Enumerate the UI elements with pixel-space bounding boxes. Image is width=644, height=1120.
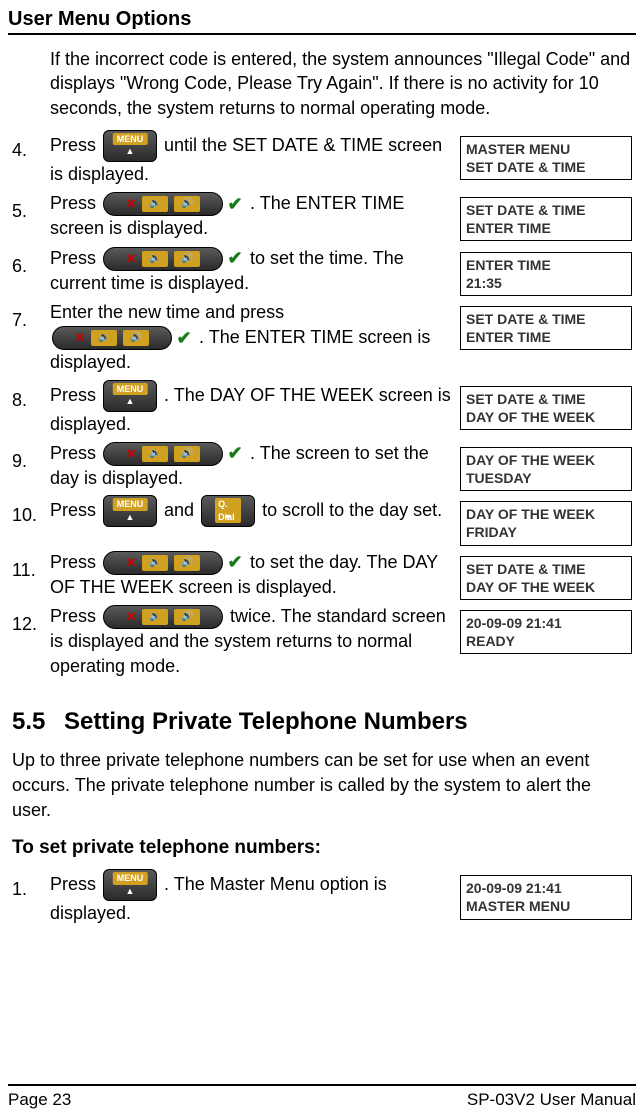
step-11: Press ✕🔈🔊✔ to set the day. The DAY OF TH… [12, 550, 632, 600]
step-text-pre: Enter the new time and press [50, 302, 284, 322]
lcd-display: SET DATE & TIME DAY OF THE WEEK [460, 556, 632, 600]
lcd-line2: 21:35 [466, 274, 626, 292]
step-text-pre: Press [50, 135, 101, 155]
cancel-button-icon: ✕🔈🔊 [103, 551, 223, 575]
step-5: Press ✕🔈🔊✔ . The ENTER TIME screen is di… [12, 191, 632, 241]
step-12: Press ✕🔈🔊 twice. The standard screen is … [12, 604, 632, 680]
check-icon: ✔ [225, 553, 245, 573]
lcd-display: SET DATE & TIME ENTER TIME [460, 306, 632, 350]
step-text-pre: Press [50, 193, 101, 213]
lcd-line2: DAY OF THE WEEK [466, 578, 626, 596]
lcd-line1: MASTER MENU [466, 140, 626, 158]
cancel-button-icon: ✕🔈🔊 [103, 605, 223, 629]
lcd-line1: 20-09-09 21:41 [466, 879, 626, 897]
lcd-line2: MASTER MENU [466, 897, 626, 915]
step-4: Press until the SET DATE & TIME screen i… [12, 130, 632, 187]
intro-paragraph: If the incorrect code is entered, the sy… [50, 47, 632, 120]
check-icon: ✔ [225, 444, 245, 464]
cancel-button-icon: ✕🔈🔊 [52, 326, 172, 350]
step-text-pre: Press [50, 500, 101, 520]
lcd-display: 20-09-09 21:41 MASTER MENU [460, 875, 632, 919]
page-footer: Page 23 SP-03V2 User Manual [8, 1084, 636, 1110]
qdial-button-icon [201, 495, 255, 527]
footer-left: Page 23 [8, 1090, 71, 1110]
step-text-mid: and [164, 500, 199, 520]
section-title: Setting Private Telephone Numbers [64, 708, 468, 736]
section-number: 5.5 [12, 708, 50, 736]
section-body: Up to three private telephone numbers ca… [12, 748, 632, 824]
lcd-display: DAY OF THE WEEK TUESDAY [460, 447, 632, 491]
steps2-list: Press . The Master Menu option is displa… [12, 869, 632, 926]
lcd-line1: ENTER TIME [466, 256, 626, 274]
step-text-pre: Press [50, 248, 101, 268]
lcd-line1: SET DATE & TIME [466, 390, 626, 408]
cancel-button-icon: ✕🔈🔊 [103, 247, 223, 271]
procedure-subhead: To set private telephone numbers: [12, 837, 632, 859]
step-7: Enter the new time and press ✕🔈🔊✔ . The … [12, 300, 632, 376]
lcd-display: 20-09-09 21:41 READY [460, 610, 632, 654]
lcd-display: MASTER MENU SET DATE & TIME [460, 136, 632, 180]
check-icon: ✔ [225, 194, 245, 214]
page-header: User Menu Options [8, 8, 636, 35]
step-8: Press . The DAY OF THE WEEK screen is di… [12, 380, 632, 437]
lcd-line1: SET DATE & TIME [466, 201, 626, 219]
check-icon: ✔ [174, 328, 194, 348]
lcd-line1: DAY OF THE WEEK [466, 505, 626, 523]
cancel-button-icon: ✕🔈🔊 [103, 442, 223, 466]
check-icon: ✔ [225, 249, 245, 269]
step-text-pre: Press [50, 552, 101, 572]
lcd-display: DAY OF THE WEEK FRIDAY [460, 501, 632, 545]
lcd-line2: ENTER TIME [466, 219, 626, 237]
menu-button-icon [103, 130, 157, 162]
step-text-post: to scroll to the day set. [262, 500, 442, 520]
menu-button-icon [103, 869, 157, 901]
step-text-pre: Press [50, 443, 101, 463]
lcd-display: ENTER TIME 21:35 [460, 252, 632, 296]
step-10: Press and to scroll to the day set. DAY … [12, 495, 632, 545]
footer-right: SP-03V2 User Manual [467, 1090, 636, 1110]
lcd-line2: READY [466, 632, 626, 650]
step-text-pre: Press [50, 384, 101, 404]
lcd-display: SET DATE & TIME DAY OF THE WEEK [460, 386, 632, 430]
lcd-line2: SET DATE & TIME [466, 158, 626, 176]
step-6: Press ✕🔈🔊✔ to set the time. The current … [12, 246, 632, 296]
menu-button-icon [103, 380, 157, 412]
step-text-pre: Press [50, 606, 101, 626]
lcd-line1: DAY OF THE WEEK [466, 451, 626, 469]
lcd-display: SET DATE & TIME ENTER TIME [460, 197, 632, 241]
steps-list: Press until the SET DATE & TIME screen i… [12, 130, 632, 680]
lcd-line1: SET DATE & TIME [466, 560, 626, 578]
lcd-line2: FRIDAY [466, 523, 626, 541]
step-9: Press ✕🔈🔊✔ . The screen to set the day i… [12, 441, 632, 491]
section-heading: 5.5 Setting Private Telephone Numbers [12, 708, 632, 736]
lcd-line2: DAY OF THE WEEK [466, 408, 626, 426]
cancel-button-icon: ✕🔈🔊 [103, 192, 223, 216]
step2-1: Press . The Master Menu option is displa… [12, 869, 632, 926]
lcd-line2: TUESDAY [466, 469, 626, 487]
lcd-line2: ENTER TIME [466, 328, 626, 346]
menu-button-icon [103, 495, 157, 527]
lcd-line1: SET DATE & TIME [466, 310, 626, 328]
step-text-pre: Press [50, 874, 101, 894]
lcd-line1: 20-09-09 21:41 [466, 614, 626, 632]
